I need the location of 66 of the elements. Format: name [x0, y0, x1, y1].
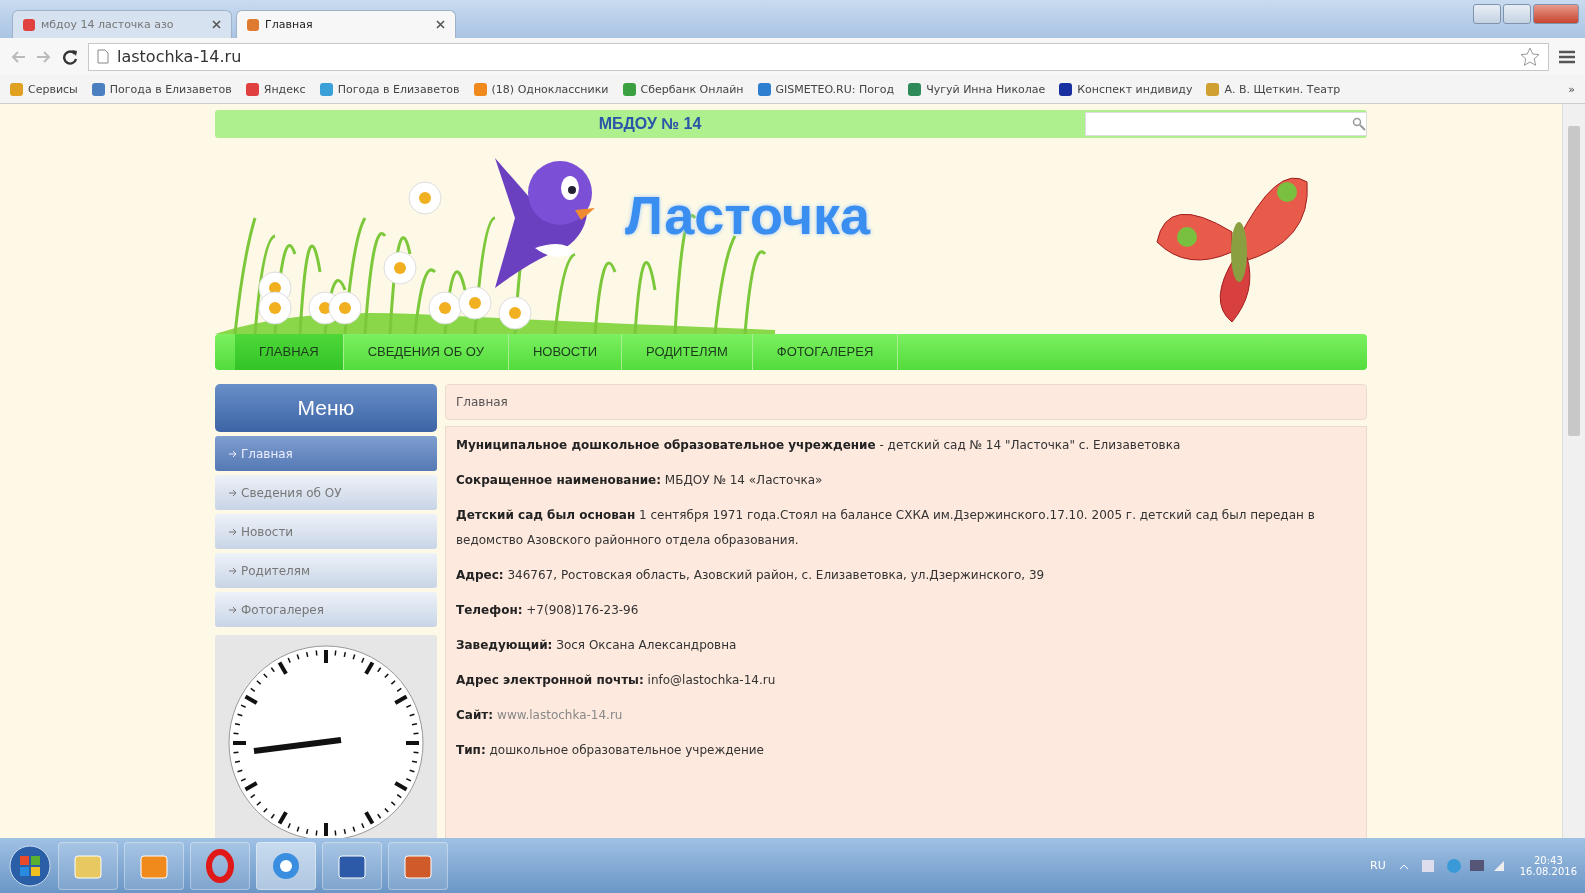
bookmark-link[interactable]: А. В. Щеткин. Театр: [1206, 82, 1341, 96]
reload-icon[interactable]: [62, 48, 78, 65]
scrollbar[interactable]: [1562, 104, 1585, 838]
menu-item[interactable]: Родителям: [215, 553, 437, 588]
address-field[interactable]: lastochka-14.ru: [88, 42, 1549, 71]
bookmark-link[interactable]: Яндекс: [245, 82, 306, 96]
menu-item[interactable]: Фотогалерея: [215, 592, 437, 627]
arrow-icon: [229, 488, 237, 497]
search-icon[interactable]: [1352, 117, 1366, 131]
bookmark-link[interactable]: Погода в Елизаветов: [319, 82, 460, 96]
menu-icon[interactable]: [1559, 49, 1575, 64]
close-icon[interactable]: [436, 20, 445, 29]
nav-link[interactable]: ФОТОГАЛЕРЕЯ: [752, 334, 899, 370]
favicon-icon: [23, 18, 35, 31]
nav-link[interactable]: СВЕДЕНИЯ ОБ ОУ: [343, 334, 509, 370]
nav-link[interactable]: РОДИТЕЛЯМ: [622, 334, 753, 370]
bookmark-link[interactable]: Сервисы: [10, 82, 78, 96]
ring-icon: [205, 848, 235, 883]
taskbar-app-button[interactable]: [190, 841, 250, 890]
taskbar-app-button[interactable]: [256, 841, 316, 890]
maximize-button[interactable]: [1503, 4, 1531, 24]
star-icon[interactable]: [1520, 46, 1540, 67]
minimize-button[interactable]: [1473, 4, 1501, 24]
start-button[interactable]: [8, 843, 52, 888]
menu-item[interactable]: Сведения об ОУ: [215, 475, 437, 510]
close-icon[interactable]: [212, 20, 221, 29]
info-paragraph: Заведующий: Зося Оксана Александровна: [456, 637, 738, 654]
taskbar-app-button[interactable]: [388, 841, 448, 890]
folder-icon: [74, 852, 102, 879]
breadcrumb: Главная: [456, 395, 508, 409]
page-icon: [97, 49, 109, 64]
info-paragraph: Телефон: +7(908)176-23-96: [456, 602, 640, 619]
info-paragraph: Адрес: 346767, Ростовская область, Азовский район, с. Елизаветовка, ул.Дзержинского, 39: [456, 567, 1046, 584]
browser-tab[interactable]: Главная: [236, 10, 456, 38]
back-icon[interactable]: [10, 49, 26, 64]
browser-tab[interactable]: мбдоу 14 ласточка азо: [12, 10, 232, 38]
bookmark-link[interactable]: Конспект индивиду: [1059, 82, 1193, 96]
search-field[interactable]: [1085, 112, 1367, 136]
menu-item[interactable]: Новости: [215, 514, 437, 549]
site-name: МБДОУ № 14: [597, 114, 703, 134]
bookmark-link[interactable]: GISMETEO.RU: Погод: [757, 82, 895, 96]
info-paragraph: Детский сад был основан 1 сентября 1971 года.Стоял на балансе СХКА им.Дзержинского.17.10. 2005 г. детский сад был передан в ведомство Азовского районного отдела образования.: [456, 507, 1316, 549]
arrow-icon: [229, 605, 237, 614]
arrow-icon: [229, 527, 237, 536]
site-logo-title: Ласточка: [625, 184, 871, 246]
site-label: Сайт:: [456, 708, 494, 722]
info-paragraph: Сокращенное наименование: МБДОУ № 14 «Ласточка»: [456, 472, 824, 489]
bookmark-link[interactable]: Погода в Елизаветов: [91, 82, 232, 96]
more-bookmarks-button[interactable]: »: [1568, 82, 1575, 96]
arrow-icon: [229, 449, 237, 458]
nav-link[interactable]: НОВОСТИ: [508, 334, 622, 370]
info-paragraph: Адрес электронной почты: info@lastochka-14.ru: [456, 672, 777, 689]
nav-link[interactable]: ГЛАВНАЯ: [235, 334, 344, 370]
close-window-button[interactable]: [1533, 4, 1579, 24]
favicon-icon: [247, 18, 259, 31]
bookmark-link[interactable]: Сбербанк Онлайн: [622, 82, 744, 96]
arrow-icon: [229, 566, 237, 575]
info-paragraph: Муниципальное дошкольное образовательное учреждение - детский сад № 14 "Ласточка" с. Елизаветовка: [456, 437, 1182, 454]
menu-header: Меню: [215, 384, 437, 432]
circle-icon: [271, 850, 301, 881]
taskbar-app-button[interactable]: [322, 841, 382, 890]
bookmark-link[interactable]: (18) Одноклассники: [473, 82, 609, 96]
info-paragraph: Тип: дошкольное образовательное учреждение: [456, 742, 765, 759]
taskbar-app-button[interactable]: [58, 841, 118, 890]
bookmark-link[interactable]: Чугуй Инна Николае: [908, 82, 1046, 96]
forward-icon[interactable]: [36, 49, 52, 64]
